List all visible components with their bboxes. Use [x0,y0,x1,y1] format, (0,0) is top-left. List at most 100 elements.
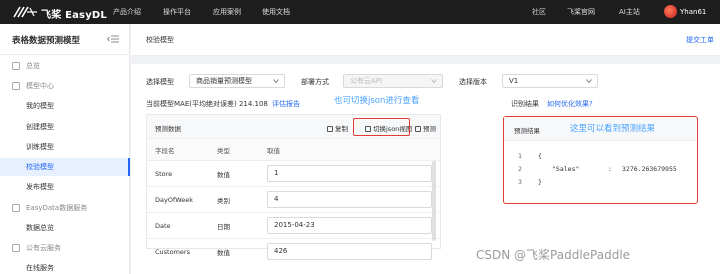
code-text: } [538,178,542,186]
table-row: Store 数值 1 [147,161,440,187]
result-header: 预测结果 这里可以看到预测结果 [504,117,696,141]
model-center-icon [12,82,20,90]
field-type: 类别 [217,196,230,205]
sidebar-item-label: 校验模型 [26,163,54,171]
column-header-value: 取值 [267,146,280,155]
table-row: DayOfWeek 类别 4 [147,187,440,213]
field-type: 数值 [217,170,230,179]
switch-json-highlight [353,118,410,136]
table-row: Date 日期 2015-04-23 [147,213,440,239]
chevron-down-icon [273,79,279,84]
user-name[interactable]: Yhan61 [680,0,706,24]
sidebar-item-create-model[interactable]: 创建模型 [0,118,130,136]
sidebar-item-label: 在线服务 [26,264,54,272]
json-value: 3276.263679955 [622,165,677,173]
card-header: 预测数据 复制 切换json视图 预测 [147,115,440,139]
field-value-input[interactable]: 4 [267,191,432,208]
eval-report-link[interactable]: 评估报告 [272,99,300,109]
line-number: 1 [518,152,522,160]
nav-paddle-site[interactable]: 飞桨官网 [567,0,595,24]
chevron-down-icon [586,79,592,84]
field-value-input[interactable]: 426 [267,243,432,260]
select-model-label: 选择模型 [146,78,174,86]
sidebar-item-publish-model[interactable]: 发布模型 [0,178,130,196]
nav-platform[interactable]: 操作平台 [163,0,191,24]
sidebar-item-label: 公有云服务 [26,244,61,252]
optimize-link[interactable]: 如何优化效果? [547,99,593,109]
sidebar-item-label: 创建模型 [26,123,54,131]
sidebar-item-label: 我的模型 [26,102,54,110]
collapse-menu-icon[interactable] [107,35,119,43]
cloud-icon [12,244,20,252]
sidebar-item-label: 发布模型 [26,183,54,191]
nav-community[interactable]: 社区 [532,0,546,24]
result-label: 识别结果 [511,100,539,108]
sidebar-item-label: 训练模型 [26,143,54,151]
copy-button[interactable]: 复制 [327,123,348,133]
field-name: Date [155,221,171,230]
nav-ai-site[interactable]: AI主站 [619,0,640,24]
sidebar-item-easydata[interactable]: EasyData数据服务 [0,199,130,217]
sidebar-item-train-model[interactable]: 训练模型 [0,138,130,156]
model-select-value: 商品销量预测模型 [196,77,252,85]
field-type: 日期 [217,222,230,231]
field-value-input[interactable]: 2015-04-23 [267,217,432,234]
nav-docs[interactable]: 使用文档 [262,0,290,24]
sidebar-item-model-center[interactable]: 模型中心 [0,77,130,95]
main-content: 校验模型 提交工单 选择模型 商品销量预测模型 部署方式 公有云API 选择版本… [131,24,720,274]
sidebar-item-my-models[interactable]: 我的模型 [0,97,130,115]
sidebar-item-data-overview[interactable]: 数据总览 [0,219,130,237]
paddle-logo-icon [13,6,37,18]
sidebar-item-overview[interactable]: 总览 [0,57,130,75]
nav-cases[interactable]: 应用案例 [213,0,241,24]
sidebar-item-label: 模型中心 [26,82,54,90]
line-number: 2 [518,165,522,173]
version-select-value: V1 [509,77,519,85]
avatar[interactable] [664,5,677,18]
top-navbar: 飞桨 EasyDL 产品介绍 操作平台 应用案例 使用文档 社区 飞桨官网 AI… [0,0,720,24]
sidebar-item-online-service[interactable]: 在线服务 [0,259,130,274]
nav-product-intro[interactable]: 产品介绍 [113,0,141,24]
table-row: Customers 数值 426 [147,239,440,265]
version-label: 选择版本 [459,78,487,86]
predict-button[interactable]: 预测 [415,123,436,133]
column-header-name: 字段名 [155,146,175,155]
deploy-select-value: 公有云API [350,77,383,85]
predict-icon [415,126,421,132]
chevron-down-icon [431,79,437,84]
line-number: 3 [518,178,522,186]
sidebar-item-validate-model[interactable]: 校验模型 [0,158,130,176]
code-text: { [538,152,542,160]
field-name: Customers [155,248,190,256]
breadcrumb-bar: 校验模型 提交工单 [131,24,720,56]
card-title: 预测数据 [155,125,181,133]
sidebar: 表格数据预测模型 总览 模型中心 我的模型 创建模型 训练模型 校验模型 发布模… [0,24,130,274]
table-header: 字段名 类型 取值 [147,139,440,161]
json-key: "Sales" [552,165,580,173]
submit-ticket-link[interactable]: 提交工单 [686,35,714,45]
deploy-label: 部署方式 [301,78,329,86]
sidebar-item-public-cloud[interactable]: 公有云服务 [0,239,130,257]
sidebar-title: 表格数据预测模型 [12,36,81,46]
mae-text: 当前模型MAE(平均绝对误差) 214.108 [146,100,268,108]
predict-label: 预测 [423,125,436,133]
easydata-icon [12,204,20,212]
overview-icon [12,62,20,70]
deploy-select: 公有云API [343,74,443,88]
json-separator: : [608,165,612,173]
result-annotation: 这里可以看到预测结果 [570,124,656,134]
copy-label: 复制 [335,125,348,133]
field-value-input[interactable]: 1 [267,165,432,182]
json-annotation: 也可切换json进行查看 [334,96,420,106]
field-name: Store [155,169,173,178]
model-select[interactable]: 商品销量预测模型 [189,74,285,88]
prediction-result-card: 预测结果 这里可以看到预测结果 1 { 2 "Sales" : 3276.263… [503,116,698,204]
prediction-data-card: 预测数据 复制 切换json视图 预测 字段名 类型 取值 Store 数值 1… [146,114,441,260]
field-name: DayOfWeek [155,195,194,204]
sidebar-item-label: EasyData数据服务 [26,204,88,212]
column-header-type: 类型 [217,146,230,155]
field-type: 数值 [217,249,230,257]
result-title: 预测结果 [514,127,540,135]
table-scrollbar[interactable] [432,161,436,241]
version-select[interactable]: V1 [502,74,598,88]
